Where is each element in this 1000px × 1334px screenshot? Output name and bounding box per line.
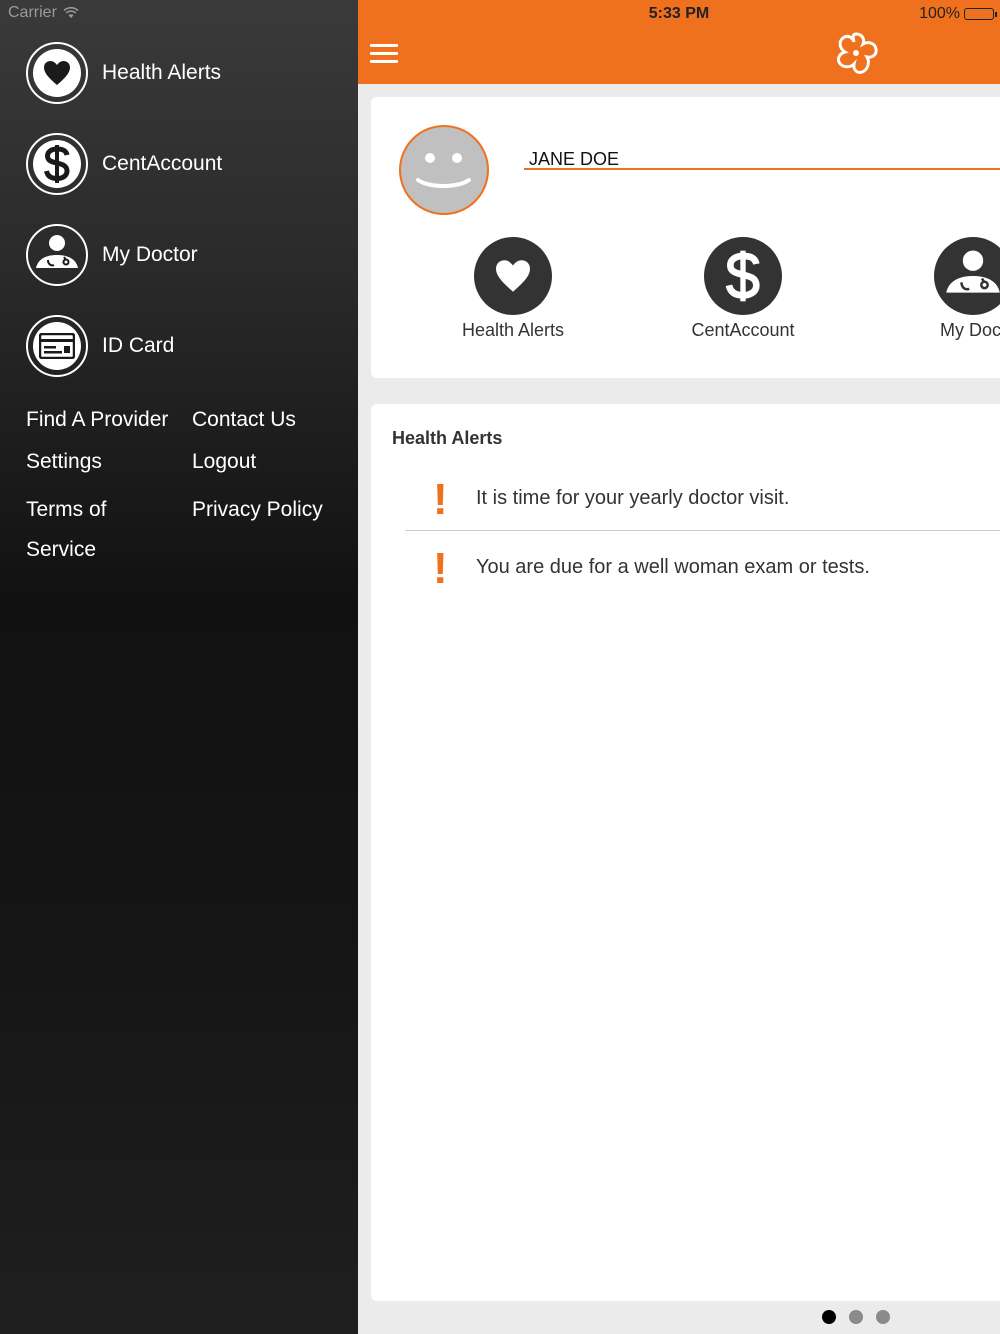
smiley-face-icon <box>416 153 471 188</box>
status-time: 5:33 PM <box>648 5 710 22</box>
settings-link[interactable]: Settings <box>26 447 102 476</box>
top-bar: 5:33 PM 100% <box>358 0 1000 84</box>
sidebar-item-label: ID Card <box>102 334 175 357</box>
logout-link[interactable]: Logout <box>192 447 256 476</box>
heart-icon <box>474 237 552 315</box>
health-alerts-card: Health Alerts ! It is time for your year… <box>371 404 1000 1301</box>
exclamation-icon: ! <box>433 475 448 524</box>
quick-my-doctor-button[interactable]: My Doct <box>883 237 1000 341</box>
dollar-icon <box>26 133 88 195</box>
battery-icon <box>964 8 997 20</box>
quick-health-alerts-button[interactable]: Health Alerts <box>423 237 603 341</box>
page-dot-2[interactable] <box>849 1310 863 1324</box>
terms-line-1: Terms of <box>26 498 107 521</box>
battery-percent: 100% <box>919 5 960 22</box>
sidebar-item-my-doctor[interactable]: My Doctor <box>26 222 198 288</box>
name-underline <box>524 168 1000 170</box>
quick-action-label: Health Alerts <box>461 320 565 340</box>
user-name: JANE DOE <box>529 149 620 169</box>
page-dot-3[interactable] <box>876 1310 890 1324</box>
alert-text: It is time for your yearly doctor visit. <box>476 487 790 509</box>
hamburger-icon[interactable] <box>370 44 398 66</box>
sidebar-item-centaccount[interactable]: CentAccount <box>26 131 222 197</box>
carrier-status: Carrier <box>8 4 79 22</box>
quick-centaccount-button[interactable]: CentAccount <box>653 237 833 341</box>
sidebar-item-label: CentAccount <box>102 152 223 175</box>
battery-status: 100% <box>919 5 997 23</box>
side-menu: Carrier Health Alerts CentAccount My Doc… <box>0 0 358 1334</box>
alert-text: You are due for a well woman exam or tes… <box>476 556 870 578</box>
doctor-icon <box>26 224 88 286</box>
page-indicator <box>822 1310 890 1324</box>
dollar-icon <box>704 237 782 315</box>
contact-us-link[interactable]: Contact Us <box>192 405 296 434</box>
profile-card: JANE DOE Health Alerts CentAccount My Do… <box>371 97 1000 378</box>
page-dot-1[interactable] <box>822 1310 836 1324</box>
terms-line-2: Service <box>26 538 97 561</box>
find-provider-link[interactable]: Find A Provider <box>26 405 168 434</box>
alert-divider <box>405 530 1000 531</box>
id-card-icon <box>26 315 88 377</box>
heart-icon <box>26 42 88 104</box>
avatar[interactable] <box>399 125 489 215</box>
exclamation-icon: ! <box>433 544 448 593</box>
carrier-label: Carrier <box>8 4 57 21</box>
sidebar-item-health-alerts[interactable]: Health Alerts <box>26 40 221 106</box>
sidebar-item-label: Health Alerts <box>102 61 222 84</box>
doctor-icon <box>934 237 1000 315</box>
alert-item[interactable]: ! You are due for a well woman exam or t… <box>405 543 1000 611</box>
quick-action-label: My Doct <box>939 320 1000 340</box>
health-alerts-title: Health Alerts <box>392 428 503 448</box>
terms-of-service-link[interactable]: Terms of Service <box>26 495 107 564</box>
sidebar-item-label: My Doctor <box>102 243 198 266</box>
flower-logo-icon[interactable] <box>832 30 880 78</box>
alert-item[interactable]: ! It is time for your yearly doctor visi… <box>405 474 1000 542</box>
sidebar-item-id-card[interactable]: ID Card <box>26 313 174 379</box>
wifi-icon <box>63 7 79 18</box>
quick-action-label: CentAccount <box>691 320 795 340</box>
privacy-policy-link[interactable]: Privacy Policy <box>192 495 323 524</box>
